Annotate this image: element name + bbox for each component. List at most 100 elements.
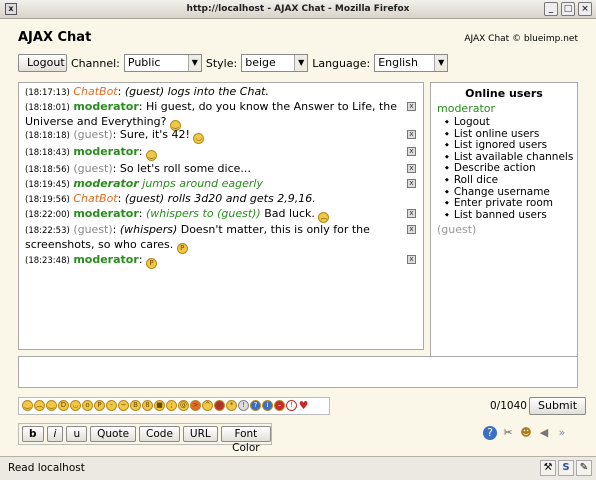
menu-item-logout[interactable]: Logout — [445, 117, 573, 128]
cool-shades-emoticon-icon[interactable]: ■ — [154, 400, 165, 411]
heart-emoticon-icon[interactable]: ♥ — [298, 400, 309, 411]
edit-icon[interactable]: ✎ — [576, 460, 592, 476]
language-select[interactable]: English ▼ — [374, 54, 449, 72]
delete-message-icon[interactable]: x — [407, 225, 416, 234]
chat-message: (18:22:53) (guest): (whispers) Doesn't m… — [25, 223, 423, 254]
autoscroll-icon[interactable]: » — [555, 426, 569, 440]
surprised-emoticon-icon[interactable]: o — [82, 400, 93, 411]
wink-emoticon-icon[interactable]: ‿ — [46, 400, 57, 411]
message-whisper: (whispers to (guest)) — [145, 207, 261, 220]
message-user[interactable]: (guest) — [73, 223, 112, 236]
menu-item-list-channels[interactable]: List available channels — [445, 151, 573, 163]
chat-message-list[interactable]: (18:17:13) ChatBot: (guest) logs into th… — [18, 82, 424, 350]
angry-emoticon-icon[interactable]: > — [190, 400, 201, 411]
style-select[interactable]: beige ▼ — [241, 54, 309, 72]
menu-item-change-username[interactable]: Change username — [445, 186, 573, 198]
glasses-emoticon-icon[interactable]: 8 — [142, 400, 153, 411]
tongue-emoticon-icon[interactable]: P — [94, 400, 105, 411]
close-icon[interactable]: × — [578, 2, 592, 16]
message-text: Hi guest, do you know the Answer to Life… — [145, 100, 398, 113]
bold-button[interactable]: b — [22, 426, 44, 442]
online-user-moderator[interactable]: moderator — [437, 102, 495, 115]
delete-message-icon[interactable]: x — [407, 179, 416, 188]
delete-message-icon[interactable]: x — [407, 255, 416, 264]
delete-message-icon[interactable]: x — [407, 130, 416, 139]
sound-icon[interactable]: ◀ — [537, 426, 551, 440]
info-emoticon-icon[interactable]: i — [262, 400, 273, 411]
user-menu: Logout List online users List ignored us… — [445, 117, 573, 221]
grin-emoticon-icon[interactable]: D — [58, 400, 69, 411]
tongue-smiley-icon: P — [145, 258, 157, 269]
sad-emoticon-icon[interactable]: ︵ — [34, 400, 45, 411]
message-user[interactable]: moderator — [73, 253, 138, 266]
message-user[interactable]: ChatBot — [73, 85, 117, 98]
menu-item-private-room[interactable]: Enter private room — [445, 198, 573, 209]
delete-message-icon[interactable]: x — [407, 147, 416, 156]
neutral-emoticon-icon[interactable]: - — [106, 400, 117, 411]
warning-emoticon-icon[interactable]: ! — [286, 400, 297, 411]
message-time: (18:18:18) — [25, 131, 70, 141]
dizzy-emoticon-icon[interactable]: @ — [178, 400, 189, 411]
confused-emoticon-icon[interactable]: ~ — [118, 400, 129, 411]
minimize-icon[interactable]: _ — [544, 2, 558, 16]
idea-emoticon-icon[interactable]: ! — [238, 400, 249, 411]
menu-item-list-online-users[interactable]: List online users — [445, 128, 573, 140]
menu-item-describe-action[interactable]: Describe action — [445, 163, 573, 174]
delete-message-icon[interactable]: x — [407, 164, 416, 173]
security-icon[interactable]: S — [558, 460, 574, 476]
submit-button[interactable]: Submit — [529, 397, 587, 415]
delete-message-icon[interactable]: x — [407, 209, 416, 218]
menu-item-list-ignored-users[interactable]: List ignored users — [445, 140, 573, 151]
copyright-link[interactable]: AJAX Chat © blueimp.net — [464, 34, 578, 44]
chat-message: (18:19:45) moderator jumps around eagerl… — [25, 177, 423, 192]
love-emoticon-icon[interactable]: * — [226, 400, 237, 411]
italic-button[interactable]: i — [46, 426, 64, 442]
cry-emoticon-icon[interactable]: ; — [166, 400, 177, 411]
message-separator: : — [112, 162, 117, 175]
character-counter: 0/1040 — [490, 400, 527, 412]
cool-emoticon-icon[interactable]: B — [130, 400, 141, 411]
question-emoticon-icon[interactable]: ? — [250, 400, 261, 411]
menu-item-list-banned-users[interactable]: List banned users — [445, 209, 573, 221]
code-button[interactable]: Code — [139, 426, 180, 442]
help-icon[interactable]: ? — [483, 426, 497, 440]
message-text-cont: Universe and Everything? — [25, 115, 167, 128]
logout-button[interactable]: Logout — [18, 54, 67, 72]
chat-message: (18:18:43) moderator: ‿ — [25, 145, 423, 161]
language-select-value: English — [378, 56, 418, 69]
message-separator: : — [138, 145, 143, 158]
format-toolbar: b i u Quote Code URL Font Color — [18, 423, 272, 454]
chat-message: (18:22:00) moderator: (whispers to (gues… — [25, 207, 423, 223]
settings-tools-icon[interactable]: ✂ — [501, 426, 515, 440]
channel-select[interactable]: Public ▼ — [123, 54, 202, 72]
underline-button[interactable]: u — [66, 426, 88, 442]
window-menu-icon[interactable]: x — [5, 3, 17, 15]
message-user[interactable]: (guest) — [73, 162, 112, 175]
smile-emoticon-icon[interactable]: ‿ — [22, 400, 33, 411]
message-user[interactable]: moderator — [73, 177, 138, 190]
chevron-down-icon: ▼ — [294, 55, 308, 71]
maximize-icon[interactable]: □ — [561, 2, 575, 16]
quote-button[interactable]: Quote — [90, 426, 137, 442]
online-users-icon[interactable]: ☻ — [519, 426, 533, 440]
message-user[interactable]: moderator — [73, 145, 138, 158]
laugh-emoticon-icon[interactable]: ◡ — [70, 400, 81, 411]
delete-message-icon[interactable]: x — [407, 102, 416, 111]
message-user[interactable]: (guest) — [73, 128, 112, 141]
message-time: (18:22:00) — [25, 210, 70, 220]
message-input[interactable] — [18, 356, 578, 388]
chat-message: (18:18:56) (guest): So let's roll some d… — [25, 162, 423, 177]
chevron-down-icon: ▼ — [187, 55, 201, 71]
tools-icon[interactable]: ⚒ — [540, 460, 556, 476]
url-button[interactable]: URL — [182, 426, 218, 442]
shy-emoticon-icon[interactable]: ^ — [202, 400, 213, 411]
online-user-guest[interactable]: (guest) — [437, 223, 476, 236]
message-time: (18:23:48) — [25, 256, 70, 266]
menu-item-roll-dice[interactable]: Roll dice — [445, 174, 573, 186]
stop-emoticon-icon[interactable]: – — [274, 400, 285, 411]
message-user[interactable]: moderator — [73, 207, 138, 220]
message-user[interactable]: ChatBot — [73, 192, 117, 205]
font-color-button[interactable]: Font Color — [220, 426, 271, 454]
message-user[interactable]: moderator — [73, 100, 138, 113]
devil-emoticon-icon[interactable]: v — [214, 400, 225, 411]
